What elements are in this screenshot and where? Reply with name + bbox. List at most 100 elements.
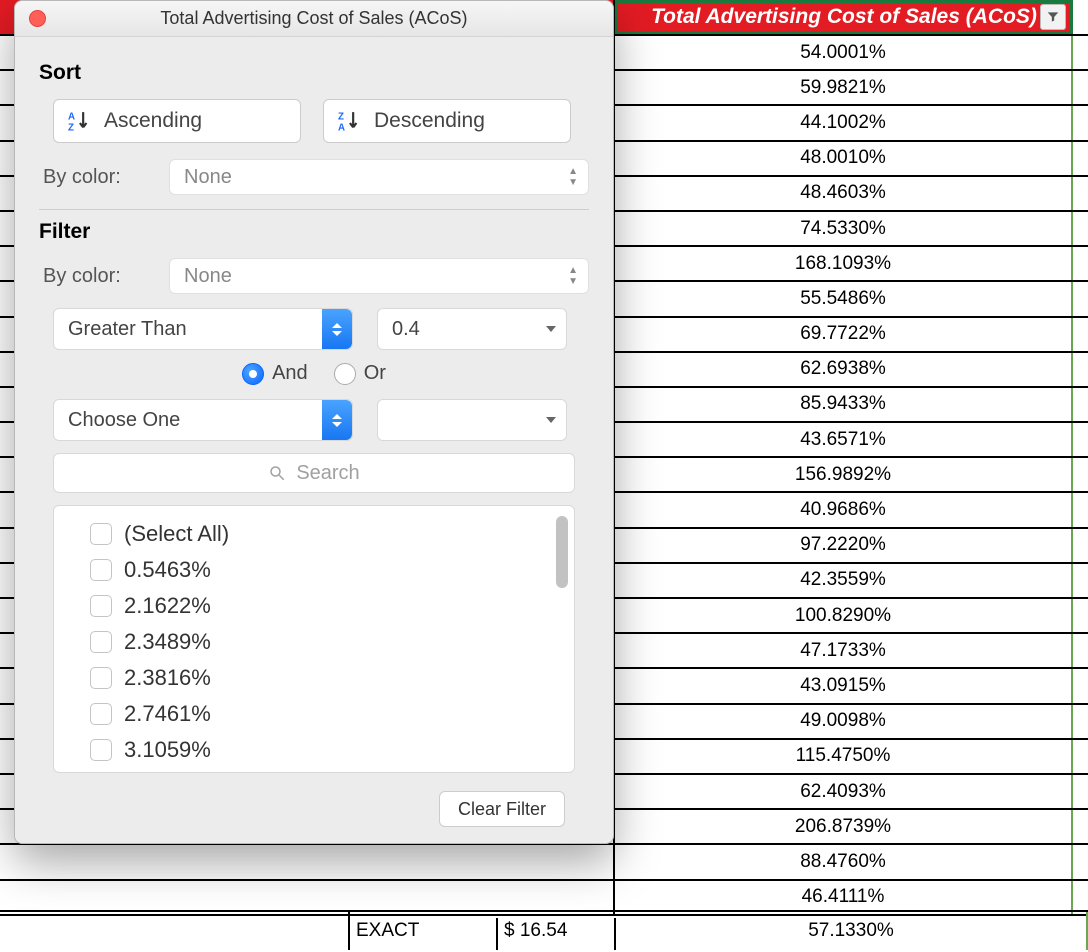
filter-value-item[interactable]: 2.1622% xyxy=(90,588,548,624)
filter-value-label: 2.3489% xyxy=(124,629,211,655)
cell-value[interactable]: 115.4750% xyxy=(615,740,1073,773)
sort-descending-button[interactable]: ZA Descending xyxy=(323,99,571,143)
sort-ascending-button[interactable]: AZ Ascending xyxy=(53,99,301,143)
filter-value-item[interactable]: 2.7461% xyxy=(90,696,548,732)
cell-value[interactable]: 85.9433% xyxy=(615,388,1073,421)
cell-value[interactable]: 100.8290% xyxy=(615,599,1073,632)
filter-heading: Filter xyxy=(39,220,589,244)
cell-value[interactable]: 88.4760% xyxy=(615,845,1073,878)
filter-value-item[interactable]: 0.5463% xyxy=(90,552,548,588)
cell-value[interactable]: 49.0098% xyxy=(615,705,1073,738)
logic-or-label: Or xyxy=(364,362,386,385)
close-button[interactable] xyxy=(29,10,46,27)
cell-value[interactable]: 44.1002% xyxy=(615,106,1073,139)
cell-value[interactable]: 48.4603% xyxy=(615,177,1073,210)
checkbox[interactable] xyxy=(90,703,112,725)
condition2-value-input[interactable] xyxy=(377,399,567,441)
checkbox[interactable] xyxy=(90,739,112,761)
cell-value[interactable]: 47.1733% xyxy=(615,634,1073,667)
logic-and-radio[interactable]: And xyxy=(242,362,308,385)
radio-off-icon xyxy=(334,363,356,385)
radio-on-icon xyxy=(242,363,264,385)
cell-value[interactable]: 46.4111% xyxy=(615,881,1073,914)
dialog-title: Total Advertising Cost of Sales (ACoS) xyxy=(15,8,613,29)
column-header-acos[interactable]: Total Advertising Cost of Sales (ACoS) xyxy=(615,0,1073,34)
logic-and-label: And xyxy=(272,362,308,385)
stepper-icon: ▲▼ xyxy=(568,265,578,287)
filter-by-color-value: None xyxy=(184,265,232,288)
filter-by-color-select[interactable]: None ▲▼ xyxy=(169,258,589,294)
sort-desc-label: Descending xyxy=(374,109,485,133)
sort-by-color-select[interactable]: None ▲▼ xyxy=(169,159,589,195)
filter-values-list[interactable]: (Select All) 0.5463% 2.1622% 2.3489% 2.3… xyxy=(53,505,575,773)
filter-value-item[interactable]: 3.4750% xyxy=(90,768,548,773)
condition1-operator-select[interactable]: Greater Than xyxy=(53,308,353,350)
cell-value[interactable]: 57.1330% xyxy=(616,912,1088,950)
chevron-down-icon xyxy=(546,417,556,423)
search-input[interactable]: Search xyxy=(53,453,575,493)
dropdown-handle-icon xyxy=(322,400,352,440)
sort-asc-label: Ascending xyxy=(104,109,202,133)
filter-value-label: 3.1059% xyxy=(124,737,211,763)
column-filter-button[interactable] xyxy=(1040,4,1066,30)
cell-match-type[interactable]: EXACT xyxy=(350,912,498,950)
filter-value-label: 2.3816% xyxy=(124,665,211,691)
cell-value[interactable]: 74.5330% xyxy=(615,212,1073,245)
condition1-operator: Greater Than xyxy=(68,318,187,341)
cell-value[interactable]: 62.6938% xyxy=(615,353,1073,386)
filter-value-label: 0.5463% xyxy=(124,557,211,583)
logic-or-radio[interactable]: Or xyxy=(334,362,386,385)
svg-text:Z: Z xyxy=(338,112,344,123)
condition2-operator-select[interactable]: Choose One xyxy=(53,399,353,441)
cell-value[interactable]: 42.3559% xyxy=(615,564,1073,597)
sort-by-color-value: None xyxy=(184,166,232,189)
cell-value[interactable]: 59.9821% xyxy=(615,71,1073,104)
svg-text:A: A xyxy=(338,123,345,132)
cell-value[interactable]: 206.8739% xyxy=(615,810,1073,843)
filter-value-item[interactable]: (Select All) xyxy=(90,516,548,552)
search-icon xyxy=(268,464,286,482)
stepper-icon: ▲▼ xyxy=(568,166,578,188)
cell-value[interactable]: 69.7722% xyxy=(615,318,1073,351)
condition2-operator: Choose One xyxy=(68,409,180,432)
filter-value-label: (Select All) xyxy=(124,521,229,547)
filter-by-color-label: By color: xyxy=(43,265,155,288)
filter-value-item[interactable]: 2.3816% xyxy=(90,660,548,696)
dialog-titlebar[interactable]: Total Advertising Cost of Sales (ACoS) xyxy=(15,1,613,37)
cell-value[interactable]: 168.1093% xyxy=(615,247,1073,280)
column-header-text: Total Advertising Cost of Sales (ACoS) xyxy=(651,5,1037,29)
sort-desc-icon: ZA xyxy=(338,111,364,131)
sort-by-color-label: By color: xyxy=(43,166,155,189)
filter-value-label: 2.7461% xyxy=(124,701,211,727)
sort-asc-icon: AZ xyxy=(68,111,94,131)
dropdown-handle-icon xyxy=(322,309,352,349)
cell-price[interactable]: $ 16.54 xyxy=(498,912,616,950)
checkbox[interactable] xyxy=(90,559,112,581)
clear-filter-label: Clear Filter xyxy=(458,799,546,820)
filter-value-label: 2.1622% xyxy=(124,593,211,619)
checkbox[interactable] xyxy=(90,595,112,617)
cell-value[interactable]: 55.5486% xyxy=(615,282,1073,315)
cell-value[interactable]: 156.9892% xyxy=(615,458,1073,491)
checkbox[interactable] xyxy=(90,523,112,545)
sort-heading: Sort xyxy=(39,61,589,85)
cell-value[interactable]: 54.0001% xyxy=(615,36,1073,69)
scrollbar-thumb[interactable] xyxy=(556,516,568,588)
condition1-value-input[interactable]: 0.4 xyxy=(377,308,567,350)
filter-value-item[interactable]: 3.1059% xyxy=(90,732,548,768)
svg-text:A: A xyxy=(68,112,75,123)
checkbox[interactable] xyxy=(90,631,112,653)
cell-value[interactable]: 97.2220% xyxy=(615,529,1073,562)
cell-value[interactable]: 40.9686% xyxy=(615,493,1073,526)
cell-value[interactable]: 62.4093% xyxy=(615,775,1073,808)
condition1-value: 0.4 xyxy=(392,318,420,341)
clear-filter-button[interactable]: Clear Filter xyxy=(439,791,565,827)
bottom-partial-row: EXACT $ 16.54 57.1330% xyxy=(0,910,1088,950)
cell-value[interactable]: 48.0010% xyxy=(615,142,1073,175)
cell-value[interactable]: 43.0915% xyxy=(615,669,1073,702)
cell-value[interactable]: 43.6571% xyxy=(615,423,1073,456)
section-divider xyxy=(39,209,589,210)
search-placeholder: Search xyxy=(296,462,359,485)
checkbox[interactable] xyxy=(90,667,112,689)
filter-value-item[interactable]: 2.3489% xyxy=(90,624,548,660)
